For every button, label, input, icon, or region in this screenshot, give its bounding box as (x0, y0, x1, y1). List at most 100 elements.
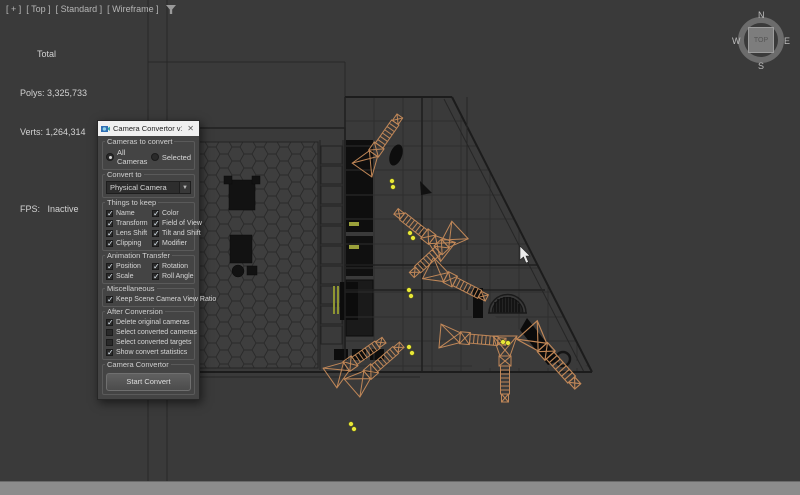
viewport-menu-shading[interactable]: [ Standard ] (56, 4, 103, 14)
radio-icon (106, 153, 114, 161)
stats-total: Total (20, 48, 87, 61)
group-things-to-keep: Things to keep Name Color Transform Fiel… (102, 202, 195, 251)
checkbox-tilt-and-shift[interactable]: Tilt and Shift (152, 229, 202, 237)
stats-verts: Verts: 1,264,314 (20, 126, 87, 139)
checkbox-label: Select converted cameras (116, 329, 197, 336)
checkbox-color[interactable]: Color (152, 209, 202, 217)
compass-west[interactable]: W (732, 36, 741, 46)
dark-core (333, 140, 384, 360)
checkbox-icon (106, 230, 113, 237)
bottom-bar (0, 481, 800, 495)
checkbox-label: Clipping (116, 240, 141, 247)
camera-convertor-dialog[interactable]: Camera Convertor v1.31 ✕ Cameras to conv… (97, 120, 200, 400)
checkbox-label: Lens Shift (116, 230, 147, 237)
checkbox-icon (106, 339, 113, 346)
checkbox-icon (152, 220, 159, 227)
dialog-app-icon (101, 124, 110, 133)
viewport-menu-view[interactable]: [ Top ] (26, 4, 50, 14)
checkbox-label: Show convert statistics (116, 349, 187, 356)
radio-label: All Cameras (117, 148, 151, 166)
radio-label: Selected (162, 153, 191, 162)
group-miscellaneous: Miscellaneous Keep Scene Camera View Rat… (102, 288, 195, 307)
group-label: Cameras to convert (105, 137, 174, 146)
dialog-title: Camera Convertor v1.31 (113, 124, 182, 133)
checkbox-label: Position (116, 263, 141, 270)
group-label: Animation Transfer (105, 251, 172, 260)
group-label: Things to keep (105, 198, 158, 207)
radio-selected[interactable]: Selected (151, 153, 191, 162)
close-icon[interactable]: ✕ (185, 124, 196, 133)
checkbox-scale[interactable]: Scale (106, 272, 152, 280)
checkbox-icon (152, 240, 159, 247)
viewcube-top-label: TOP (754, 37, 768, 44)
checkbox-icon (106, 210, 113, 217)
checkbox-label: Keep Scene Camera View Ratio (116, 296, 216, 303)
checkbox-lens-shift[interactable]: Lens Shift (106, 229, 152, 237)
max-viewport[interactable]: [ + ] [ Top ] [ Standard ] [ Wireframe ]… (0, 0, 800, 495)
checkbox-modifier[interactable]: Modifier (152, 239, 202, 247)
dropdown-value: Physical Camera (107, 183, 179, 192)
checkbox-transform[interactable]: Transform (106, 219, 152, 227)
checkbox-clipping[interactable]: Clipping (106, 239, 152, 247)
viewport-menu-plus[interactable]: [ + ] (6, 4, 21, 14)
stats-polys: Polys: 3,325,733 (20, 87, 87, 100)
checkbox-label: Scale (116, 273, 134, 280)
group-camera-convertor: Camera Convertor Start Convert (102, 364, 195, 395)
viewport-menu-style[interactable]: [ Wireframe ] (107, 4, 159, 14)
checkbox-label: Tilt and Shift (162, 230, 201, 237)
group-label: Camera Convertor (105, 360, 171, 369)
checkbox-name[interactable]: Name (106, 209, 152, 217)
viewcube[interactable]: TOP N E S W (731, 10, 791, 70)
group-label: After Conversion (105, 307, 165, 316)
checkbox-delete-original-cameras[interactable]: Delete original cameras (106, 318, 197, 326)
checkbox-field-of-view[interactable]: Field of View (152, 219, 202, 227)
group-after-conversion: After Conversion Delete original cameras… (102, 311, 195, 360)
checkbox-position[interactable]: Position (106, 262, 152, 270)
viewport-statistics: Total Polys: 3,325,733 Verts: 1,264,314 … (20, 22, 87, 242)
compass-north[interactable]: N (758, 10, 765, 20)
checkbox-label: Select converted targets (116, 339, 192, 346)
convert-to-dropdown[interactable]: Physical Camera ▼ (106, 181, 191, 194)
chevron-down-icon: ▼ (179, 182, 190, 193)
stats-fps: FPS: Inactive (20, 203, 87, 216)
radio-icon (151, 153, 159, 161)
checkbox-label: Rotation (162, 263, 188, 270)
dialog-titlebar[interactable]: Camera Convertor v1.31 ✕ (98, 121, 199, 136)
checkbox-label: Field of View (162, 220, 202, 227)
start-convert-button[interactable]: Start Convert (106, 373, 191, 391)
checkbox-icon (152, 263, 159, 270)
checkbox-label: Transform (116, 220, 148, 227)
checkbox-icon (106, 296, 113, 303)
group-animation-transfer: Animation Transfer Position Rotation Sca… (102, 255, 195, 284)
viewport-label: [ + ] [ Top ] [ Standard ] [ Wireframe ] (6, 4, 176, 14)
radio-all-cameras[interactable]: All Cameras (106, 148, 151, 166)
checkbox-icon (106, 263, 113, 270)
checkbox-show-convert-statistics[interactable]: Show convert statistics (106, 348, 197, 356)
checkbox-icon (106, 319, 113, 326)
viewcube-top-face[interactable]: TOP (748, 27, 774, 53)
checkbox-icon (152, 210, 159, 217)
checkbox-icon (106, 349, 113, 356)
checkbox-icon (152, 230, 159, 237)
checkbox-rotation[interactable]: Rotation (152, 262, 194, 270)
viewport-filter-icon[interactable] (166, 5, 176, 14)
checkbox-icon (106, 329, 113, 336)
checkbox-select-converted-targets[interactable]: Select converted targets (106, 338, 197, 346)
closet-strip (320, 140, 343, 370)
checkbox-roll-angle[interactable]: Roll Angle (152, 272, 194, 280)
checkbox-keep-view-ratio[interactable]: Keep Scene Camera View Ratio (106, 295, 216, 303)
group-label: Convert to (105, 170, 144, 179)
checkbox-select-converted-cameras[interactable]: Select converted cameras (106, 328, 197, 336)
dialog-body: Cameras to convert All Cameras Selected … (98, 136, 199, 399)
checkbox-icon (106, 273, 113, 280)
checkbox-label: Color (162, 210, 179, 217)
compass-east[interactable]: E (784, 36, 790, 46)
compass-south[interactable]: S (758, 61, 764, 71)
checkbox-label: Roll Angle (162, 273, 194, 280)
checkbox-label: Modifier (162, 240, 187, 247)
checkbox-icon (152, 273, 159, 280)
checkbox-icon (106, 240, 113, 247)
group-label: Miscellaneous (105, 284, 157, 293)
group-convert-to: Convert to Physical Camera ▼ (102, 174, 195, 198)
checkbox-label: Name (116, 210, 135, 217)
